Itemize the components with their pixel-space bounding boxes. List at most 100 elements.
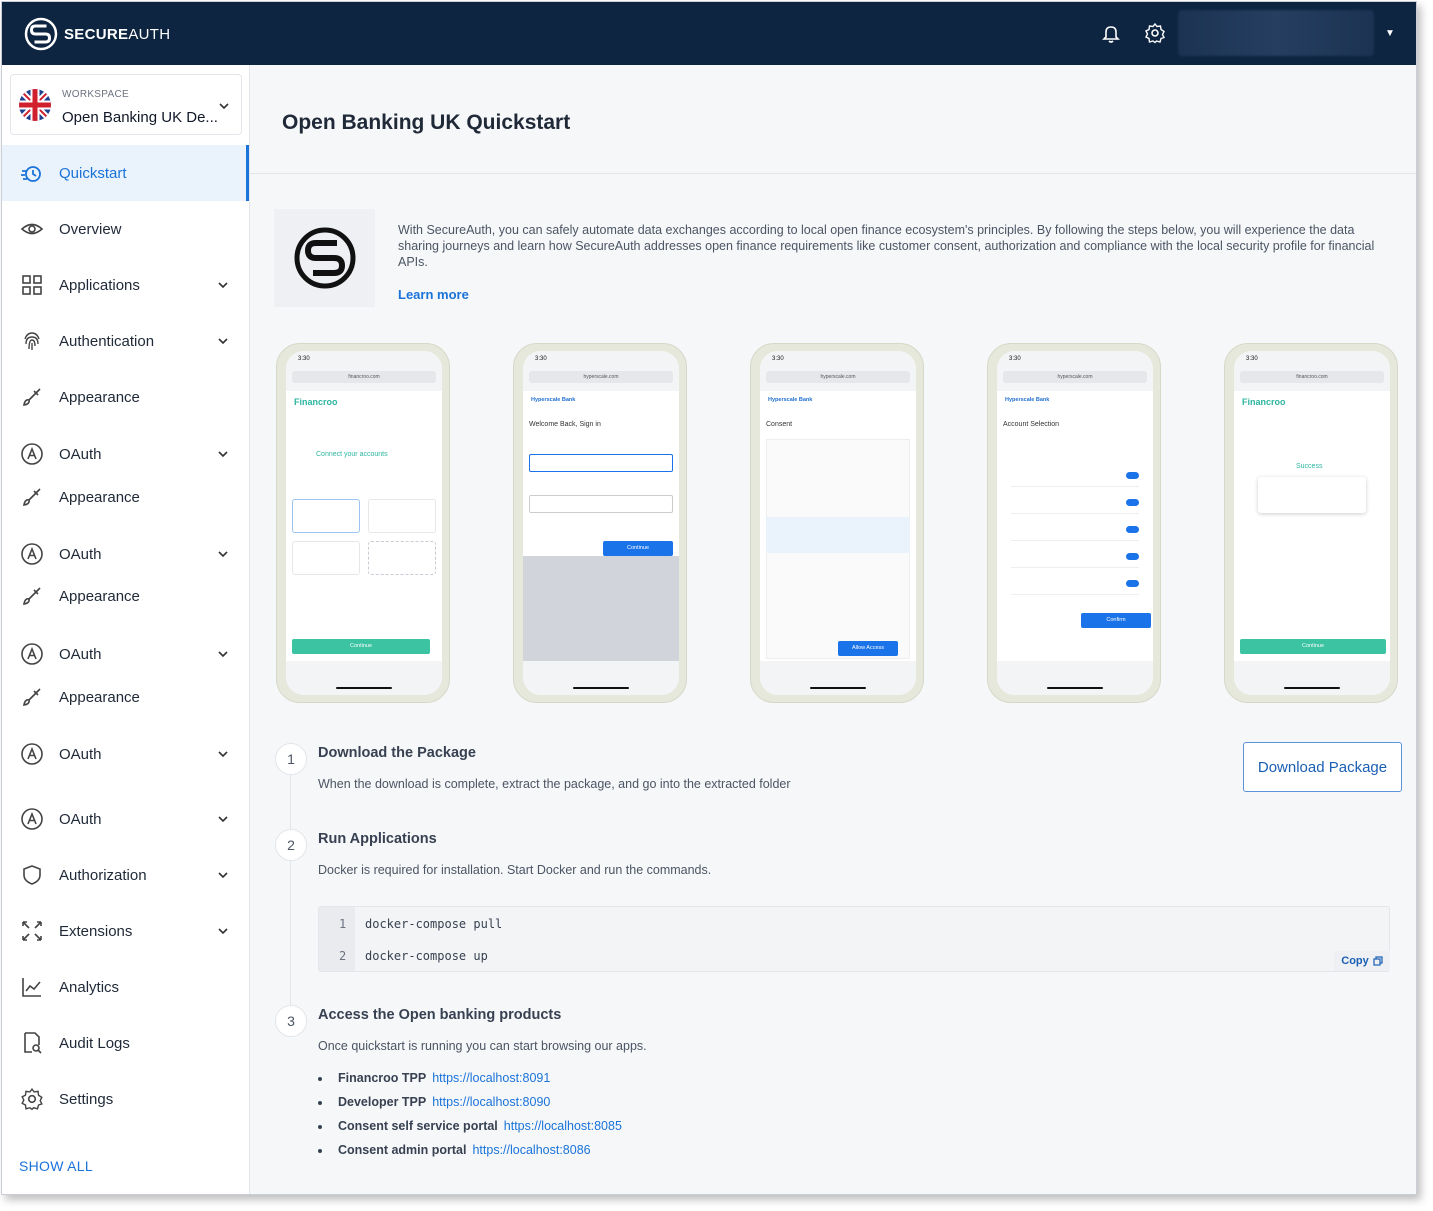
step-description: Once quickstart is running you can start…: [318, 1039, 647, 1053]
top-bar: SECUREAUTH ▼: [2, 2, 1416, 65]
app-window: SECUREAUTH ▼ WORKSPACE Open Banking UK D…: [1, 1, 1417, 1195]
sidebar-item-authorization[interactable]: Authorization: [2, 847, 249, 903]
sidebar-item-analytics[interactable]: Analytics: [2, 959, 249, 1015]
sidebar-item-appearance[interactable]: Appearance: [2, 669, 249, 725]
workspace-name: Open Banking UK De...: [62, 109, 217, 126]
sidebar-item-appearance[interactable]: Appearance: [2, 568, 249, 624]
main-content: Open Banking UK Quickstart With SecureAu…: [250, 65, 1416, 1194]
sidebar-item-label: Analytics: [59, 978, 120, 996]
app-link[interactable]: https://localhost:8085: [504, 1119, 622, 1133]
app-link[interactable]: https://localhost:8091: [432, 1071, 550, 1085]
fingerprint-icon: [19, 328, 45, 354]
sidebar-item-label: OAuth: [59, 645, 102, 663]
user-menu-caret-icon[interactable]: ▼: [1385, 28, 1395, 39]
phone-screenshot: 3:30 financroo.com Financroo Connect your a…: [276, 343, 450, 703]
workspace-selector[interactable]: WORKSPACE Open Banking UK De...: [10, 74, 242, 135]
app-link[interactable]: https://localhost:8090: [432, 1095, 550, 1109]
step-description: Docker is required for installation. Sta…: [318, 863, 712, 877]
chevron-down-icon[interactable]: [216, 812, 230, 826]
step-title: Run Applications: [318, 831, 437, 847]
phone-url: financroo.com: [1240, 371, 1384, 383]
page-title: Open Banking UK Quickstart: [282, 111, 571, 134]
sidebar-item-quickstart[interactable]: Quickstart: [2, 145, 249, 201]
user-menu[interactable]: [1178, 10, 1374, 56]
divider: [250, 173, 1416, 174]
sidebar-item-authentication[interactable]: Authentication: [2, 313, 249, 369]
app-name: Developer TPP: [338, 1095, 427, 1109]
steps-connector: [290, 773, 291, 1013]
chevron-down-icon[interactable]: [216, 868, 230, 882]
secureauth-logo[interactable]: SECUREAUTH: [24, 17, 170, 51]
phone-button: Continue: [603, 541, 673, 556]
oauth-icon: [19, 741, 45, 767]
phone-brand: Hyperscale Bank: [531, 397, 576, 403]
chevron-down-icon[interactable]: [216, 647, 230, 661]
brand-name: SECUREAUTH: [64, 25, 171, 43]
line-number: 1: [339, 917, 347, 931]
chevron-down-icon[interactable]: [216, 447, 230, 461]
learn-more-link[interactable]: Learn more: [398, 287, 469, 302]
copy-icon: [1373, 956, 1383, 966]
chevron-down-icon: [219, 103, 229, 110]
oauth-icon: [19, 441, 45, 467]
phone-brand: Financroo: [294, 397, 338, 407]
oauth-icon: [19, 641, 45, 667]
extensions-icon: [19, 918, 45, 944]
gear-icon: [19, 1086, 45, 1112]
sidebar-item-label: Authentication: [59, 332, 155, 350]
chevron-down-icon[interactable]: [216, 278, 230, 292]
sidebar-item-appearance[interactable]: Appearance: [2, 369, 249, 425]
list-item: Consent admin portal https://localhost:80…: [318, 1143, 591, 1159]
show-all-link[interactable]: SHOW ALL: [19, 1158, 93, 1174]
phone-heading: Welcome Back, Sign in: [529, 421, 601, 428]
phone-heading: Account Selection: [1003, 421, 1060, 428]
sidebar-item-label: Appearance: [59, 388, 140, 406]
sidebar-item-oauth[interactable]: OAuth: [2, 791, 249, 847]
app-name: Consent admin portal: [338, 1143, 467, 1157]
copy-button[interactable]: Copy: [1334, 951, 1390, 971]
sidebar-item-oauth[interactable]: OAuth: [2, 726, 249, 782]
brush-icon: [19, 583, 45, 609]
phone-brand: Hyperscale Bank: [768, 397, 813, 403]
sidebar-item-label: OAuth: [59, 545, 102, 563]
sidebar-item-label: Extensions: [59, 922, 133, 940]
app-link[interactable]: https://localhost:8086: [472, 1143, 590, 1157]
phone-screenshot: 3:30 financroo.com Financroo Success Continu…: [1224, 343, 1398, 703]
step-number: 2: [275, 829, 307, 861]
sidebar-item-settings[interactable]: Settings: [2, 1071, 249, 1127]
sidebar-item-label: Authorization: [59, 866, 147, 884]
bell-icon[interactable]: [1100, 22, 1122, 44]
sidebar-item-appearance[interactable]: Appearance: [2, 469, 249, 525]
phone-time: 3:30: [1246, 356, 1258, 362]
sidebar-item-overview[interactable]: Overview: [2, 201, 249, 257]
step-number: 3: [275, 1005, 307, 1037]
sidebar-item-label: Applications: [59, 276, 140, 294]
phone-button: Allow Access: [838, 641, 898, 656]
sidebar-item-audit-logs[interactable]: Audit Logs: [2, 1015, 249, 1071]
uk-flag-icon: [19, 89, 51, 121]
chevron-down-icon[interactable]: [216, 334, 230, 348]
phone-screen: 3:30 hyperscale.com Hyperscale Bank Welcome…: [523, 351, 679, 695]
intro-text: With SecureAuth, you can safely automate…: [398, 223, 1375, 269]
phone-screen: 3:30 hyperscale.com Hyperscale Bank Consent…: [760, 351, 916, 695]
secureauth-badge: [274, 209, 375, 307]
chevron-down-icon[interactable]: [216, 924, 230, 938]
chevron-down-icon[interactable]: [216, 547, 230, 561]
download-package-button[interactable]: Download Package: [1243, 742, 1402, 792]
workspace-label: WORKSPACE: [62, 89, 129, 100]
step-title: Access the Open banking products: [318, 1007, 562, 1023]
line-gutter: [319, 907, 355, 971]
eye-icon: [19, 216, 45, 242]
code-line: docker-compose pull: [365, 917, 503, 931]
sidebar-item-applications[interactable]: Applications: [2, 257, 249, 313]
gear-icon[interactable]: [1144, 22, 1166, 44]
phone-screen: 3:30 hyperscale.com Hyperscale Bank Account…: [997, 351, 1153, 695]
code-line: docker-compose up: [365, 949, 488, 963]
grid-icon: [19, 272, 45, 298]
chevron-down-icon[interactable]: [216, 747, 230, 761]
step-number: 1: [275, 743, 307, 775]
sidebar-item-extensions[interactable]: Extensions: [2, 903, 249, 959]
phone-time: 3:30: [1009, 356, 1021, 362]
sidebar-item-label: Audit Logs: [59, 1034, 130, 1052]
secureauth-logo-icon: [24, 17, 58, 51]
